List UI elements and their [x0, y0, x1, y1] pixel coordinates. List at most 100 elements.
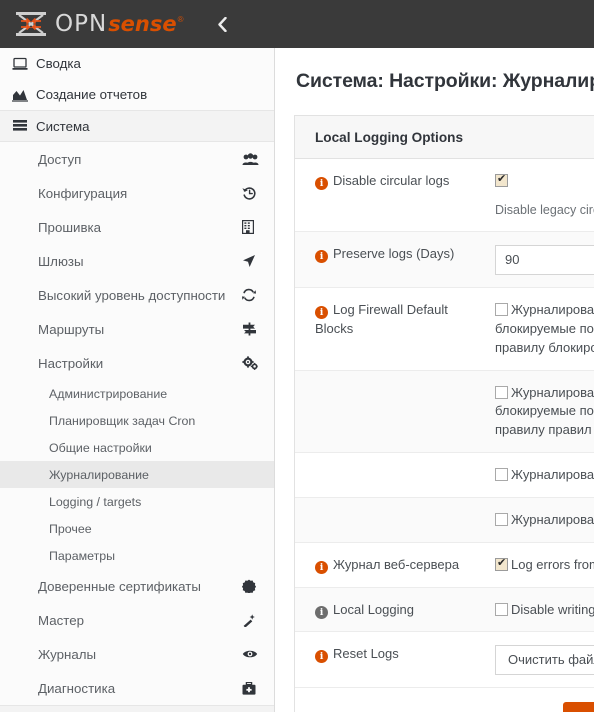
sidebar-item-diagnostics[interactable]: Диагностика	[0, 671, 274, 705]
log-default-blocks-checkbox[interactable]	[495, 302, 508, 316]
row-label-cell: i Preserve logs (Days)	[295, 232, 495, 287]
checkbox-label: Журналировать	[511, 467, 594, 483]
row-preserve-logs: i Preserve logs (Days)	[295, 231, 594, 288]
row-web-gui-log: i Журнал веб-сервера Log errors from the …	[295, 542, 594, 588]
sidebar-collapse-icon[interactable]	[210, 13, 235, 36]
sidebar-section-system[interactable]: Система	[0, 110, 274, 142]
sidebar-section-label: Система	[36, 118, 90, 134]
panel-title: Local Logging Options	[295, 116, 594, 159]
sidebar-item-label: Доступ	[38, 151, 82, 167]
reset-logs-button[interactable]: Очистить файлы журнала	[495, 645, 594, 676]
log-blocks-3-checkbox[interactable]	[495, 468, 508, 482]
building-icon	[242, 220, 260, 234]
server-icon	[8, 119, 32, 133]
row-reset-logs: i Reset Logs Очистить файлы журнала	[295, 632, 594, 689]
chart-area-icon	[8, 88, 32, 102]
row-control-cell: Журналировать пакеты, блокируемые по умо…	[495, 288, 594, 370]
cogs-icon	[242, 356, 260, 370]
row-control-cell: Disable legacy circular logging	[495, 159, 594, 231]
row-label: Log Firewall Default Blocks	[315, 301, 448, 336]
row-log-firewall-default-blocks: i Log Firewall Default Blocks Журналирова…	[295, 287, 594, 371]
main-content: Система: Настройки: Журналирование Local…	[276, 48, 594, 712]
brand-sense-text: sense	[108, 11, 177, 36]
certificate-icon	[242, 579, 260, 593]
sidebar-item-label: Планировщик задач Cron	[49, 413, 196, 428]
brand-opn-text: OPN	[55, 10, 108, 37]
row-log-blocks-3: Журналировать	[295, 453, 594, 498]
sidebar-item-logging[interactable]: Журналирование	[0, 461, 274, 488]
row-label: Disable circular logs	[333, 173, 450, 188]
sidebar-item-label: Конфигурация	[38, 185, 128, 201]
row-log-blocks-4: Журналировать	[295, 497, 594, 543]
laptop-icon	[8, 57, 32, 71]
row-label: Reset Logs	[333, 646, 399, 662]
sidebar-section-interfaces[interactable]: Интерфейсы	[0, 705, 274, 712]
sidebar-item-label: Сводка	[36, 56, 81, 71]
sidebar: Сводка Создание отчетов Система Доступ К…	[0, 48, 275, 712]
preserve-logs-input[interactable]	[495, 244, 594, 275]
row-label-cell: i Log Firewall Default Blocks	[295, 288, 495, 370]
local-logging-checkbox[interactable]	[495, 602, 508, 616]
magic-wand-icon	[242, 613, 260, 627]
sidebar-item-reporting[interactable]: Создание отчетов	[0, 79, 274, 110]
sidebar-item-label: Настройки	[38, 355, 104, 371]
info-icon[interactable]: i	[315, 605, 328, 619]
info-icon[interactable]: i	[315, 177, 328, 190]
row-local-logging: i Local Logging Disable writing log files…	[295, 587, 594, 633]
row-control-cell: Log errors from the web server process	[495, 543, 594, 587]
sidebar-item-trust[interactable]: Доверенные сертификаты	[0, 569, 274, 603]
opnsense-app: OPN sense ® Сводка Создание отчетов Сист…	[0, 0, 594, 712]
disable-circular-logs-checkbox[interactable]	[495, 173, 508, 187]
sidebar-item-miscellaneous[interactable]: Прочее	[0, 515, 274, 542]
sidebar-item-wizard[interactable]: Мастер	[0, 603, 274, 637]
sidebar-item-cron[interactable]: Планировщик задач Cron	[0, 407, 274, 434]
history-icon	[242, 186, 260, 200]
sidebar-item-label: Доверенные сертификаты	[38, 578, 201, 594]
row-control-cell: Очистить файлы журнала	[495, 632, 594, 687]
info-icon[interactable]: i	[315, 650, 328, 664]
row-help-text: Disable legacy circular logging	[495, 202, 594, 217]
info-icon[interactable]: i	[315, 249, 328, 263]
row-control-cell	[495, 232, 594, 287]
sidebar-item-label: Журналирование	[49, 467, 149, 482]
sidebar-item-label: Администрирование	[49, 386, 168, 401]
save-button[interactable]: Сохранить	[562, 702, 594, 712]
checkbox-label: Disable writing log files to the local f…	[511, 601, 594, 617]
checkbox-label: Журналировать	[511, 511, 594, 527]
sidebar-item-label: Диагностика	[38, 680, 116, 696]
sidebar-item-administration[interactable]: Администрирование	[0, 380, 274, 407]
opnsense-logo-icon	[14, 11, 48, 37]
log-blocks-2-checkbox[interactable]	[495, 385, 508, 399]
sidebar-item-configuration[interactable]: Конфигурация	[0, 176, 274, 210]
row-label: Local Logging	[333, 601, 414, 617]
sidebar-item-routes[interactable]: Маршруты	[0, 312, 274, 346]
sidebar-item-access[interactable]: Доступ	[0, 142, 274, 176]
row-label: Журнал веб-сервера	[333, 556, 460, 572]
sidebar-item-log-files[interactable]: Журналы	[0, 637, 274, 671]
row-disable-circular-logs: i Disable circular logs Disable legacy ci…	[295, 159, 594, 232]
sidebar-item-settings[interactable]: Настройки	[0, 346, 274, 380]
top-bar: OPN sense ®	[0, 0, 594, 48]
brand-logo[interactable]: OPN sense ®	[0, 11, 184, 37]
sidebar-item-high-availability[interactable]: Высокий уровень доступности	[0, 278, 274, 312]
sidebar-item-logging-targets[interactable]: Logging / targets	[0, 488, 274, 515]
row-label-cell	[295, 498, 495, 542]
sidebar-item-tunables[interactable]: Параметры	[0, 542, 274, 569]
sidebar-item-label: Высокий уровень доступности	[38, 287, 226, 303]
log-blocks-4-checkbox[interactable]	[495, 512, 508, 526]
sidebar-item-gateways[interactable]: Шлюзы	[0, 244, 274, 278]
row-control-cell: Disable writing log files to the local f…	[495, 588, 594, 632]
sidebar-item-firmware[interactable]: Прошивка	[0, 210, 274, 244]
local-logging-options-panel: Local Logging Options i Disable circular …	[294, 115, 594, 689]
info-icon[interactable]: i	[315, 305, 328, 319]
sidebar-item-label: Общие настройки	[49, 440, 152, 455]
signpost-icon	[242, 322, 260, 336]
sidebar-item-lobby[interactable]: Сводка	[0, 48, 274, 79]
row-label-cell: i Local Logging	[295, 588, 495, 632]
web-gui-log-checkbox[interactable]	[495, 557, 508, 571]
sidebar-item-label: Маршруты	[38, 321, 105, 337]
page-title: Система: Настройки: Журналирование	[296, 70, 594, 92]
info-icon[interactable]: i	[315, 560, 328, 574]
sidebar-item-general[interactable]: Общие настройки	[0, 434, 274, 461]
sidebar-item-label: Журналы	[38, 646, 97, 662]
